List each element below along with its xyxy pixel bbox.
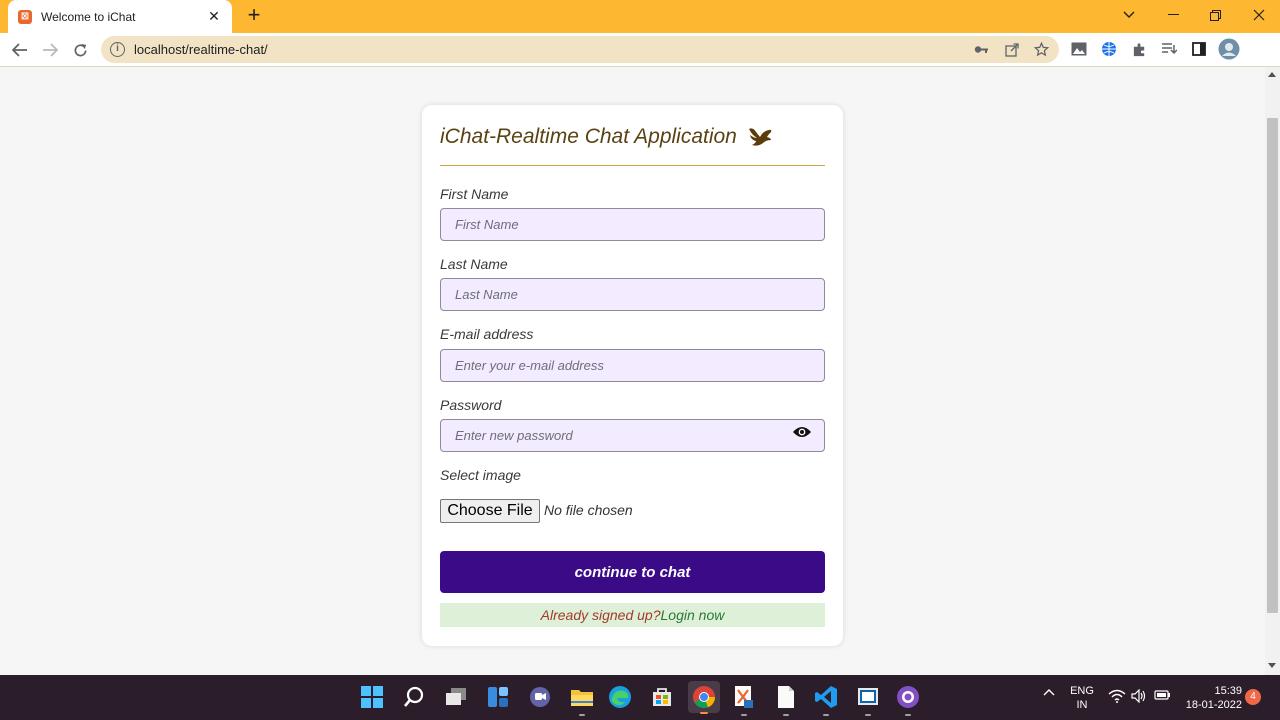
wifi-icon[interactable]	[1108, 689, 1126, 707]
title-divider	[440, 165, 825, 166]
side-panel-icon[interactable]	[1190, 40, 1208, 58]
minimize-button[interactable]	[1151, 0, 1195, 30]
running-indicator	[579, 714, 585, 716]
continue-to-chat-button[interactable]: continue to chat	[440, 551, 825, 593]
back-button[interactable]	[9, 39, 31, 61]
page-scrollbar[interactable]	[1265, 67, 1280, 675]
browser-tab[interactable]: ⊠ Welcome to iChat ✕	[8, 0, 232, 33]
email-label: E-mail address	[440, 326, 534, 342]
store-icon[interactable]	[648, 683, 676, 711]
clock[interactable]: 15:39 18-01-2022	[1182, 684, 1242, 712]
notification-badge[interactable]: 4	[1245, 689, 1261, 705]
search-icon[interactable]	[400, 683, 428, 711]
share-icon[interactable]	[1003, 41, 1020, 58]
close-window-button[interactable]	[1237, 0, 1280, 30]
clock-time: 15:39	[1214, 685, 1242, 697]
running-indicator	[741, 714, 747, 716]
running-indicator	[783, 714, 789, 716]
github-desktop-icon[interactable]	[894, 683, 922, 716]
page-title: iChat-Realtime Chat Application	[440, 125, 773, 149]
show-hidden-icons-chevron-icon[interactable]	[1041, 686, 1057, 700]
page-title-text: iChat-Realtime Chat Application	[440, 125, 737, 148]
taskbar: ENG IN 15:39 18-01-2022 4	[0, 675, 1280, 720]
restore-button[interactable]	[1193, 0, 1237, 30]
password-input[interactable]	[440, 419, 825, 452]
xampp-control-icon[interactable]	[730, 683, 758, 716]
language-region: IN	[1076, 699, 1088, 711]
forward-button[interactable]	[39, 39, 61, 61]
bookmark-star-icon[interactable]	[1033, 41, 1050, 58]
last-name-label: Last Name	[440, 256, 508, 272]
signup-card: iChat-Realtime Chat Application First Na…	[422, 105, 843, 646]
file-explorer-icon[interactable]	[568, 683, 596, 716]
close-tab-icon[interactable]: ✕	[206, 8, 222, 25]
scrollbar-thumb[interactable]	[1267, 118, 1278, 613]
first-name-input[interactable]	[440, 208, 825, 241]
extension-image-icon[interactable]	[1070, 40, 1088, 58]
reload-button[interactable]	[69, 39, 91, 61]
reading-list-icon[interactable]	[1160, 40, 1178, 58]
xampp-icon: ⊠	[18, 9, 32, 24]
show-password-eye-icon[interactable]	[792, 425, 812, 439]
battery-icon[interactable]	[1154, 689, 1172, 705]
widgets-icon[interactable]	[484, 683, 512, 711]
address-bar[interactable]: i localhost/realtime-chat/	[101, 36, 1059, 63]
running-indicator	[823, 714, 829, 716]
choose-file-button[interactable]: Choose File	[440, 499, 540, 523]
password-label: Password	[440, 397, 502, 413]
tab-strip: ⊠ Welcome to iChat ✕ +	[0, 0, 1280, 33]
language-code: ENG	[1070, 685, 1094, 697]
scroll-up-arrow-icon[interactable]	[1268, 72, 1276, 77]
tab-search-chevron-icon[interactable]	[1107, 0, 1151, 30]
app-icon[interactable]	[854, 683, 882, 716]
select-image-label: Select image	[440, 467, 521, 483]
signed-up-text: Already signed up?	[540, 607, 661, 623]
task-view-icon[interactable]	[442, 683, 470, 711]
running-indicator	[865, 714, 871, 716]
volume-icon[interactable]	[1131, 688, 1147, 707]
running-indicator	[905, 714, 911, 716]
extension-globe-icon[interactable]	[1100, 40, 1118, 58]
active-indicator	[700, 712, 708, 714]
first-name-label: First Name	[440, 186, 509, 202]
email-input[interactable]	[440, 349, 825, 382]
scroll-down-arrow-icon[interactable]	[1268, 663, 1276, 668]
login-prompt: Already signed up? Login now	[440, 603, 825, 627]
vscode-icon[interactable]	[812, 683, 840, 716]
start-icon[interactable]	[358, 683, 386, 711]
dove-icon	[748, 128, 771, 147]
teams-chat-icon[interactable]	[526, 683, 554, 711]
extensions-puzzle-icon[interactable]	[1130, 40, 1148, 58]
site-info-icon[interactable]: i	[110, 42, 125, 57]
tab-title: Welcome to iChat	[41, 9, 136, 24]
login-now-link[interactable]: Login now	[661, 607, 725, 623]
profile-avatar-icon[interactable]	[1218, 38, 1240, 60]
notepad-icon[interactable]	[772, 683, 800, 716]
new-tab-button[interactable]: +	[243, 4, 265, 27]
edge-icon[interactable]	[606, 683, 634, 711]
chrome-icon[interactable]	[688, 681, 720, 714]
file-status-text: No file chosen	[544, 502, 633, 518]
key-icon[interactable]	[973, 41, 990, 58]
url-text: localhost/realtime-chat/	[134, 42, 268, 57]
language-indicator[interactable]: ENG IN	[1066, 684, 1098, 712]
toolbar-divider	[0, 66, 1280, 67]
browser-toolbar: i localhost/realtime-chat/	[0, 33, 1280, 66]
clock-date: 18-01-2022	[1185, 699, 1242, 711]
last-name-input[interactable]	[440, 278, 825, 311]
